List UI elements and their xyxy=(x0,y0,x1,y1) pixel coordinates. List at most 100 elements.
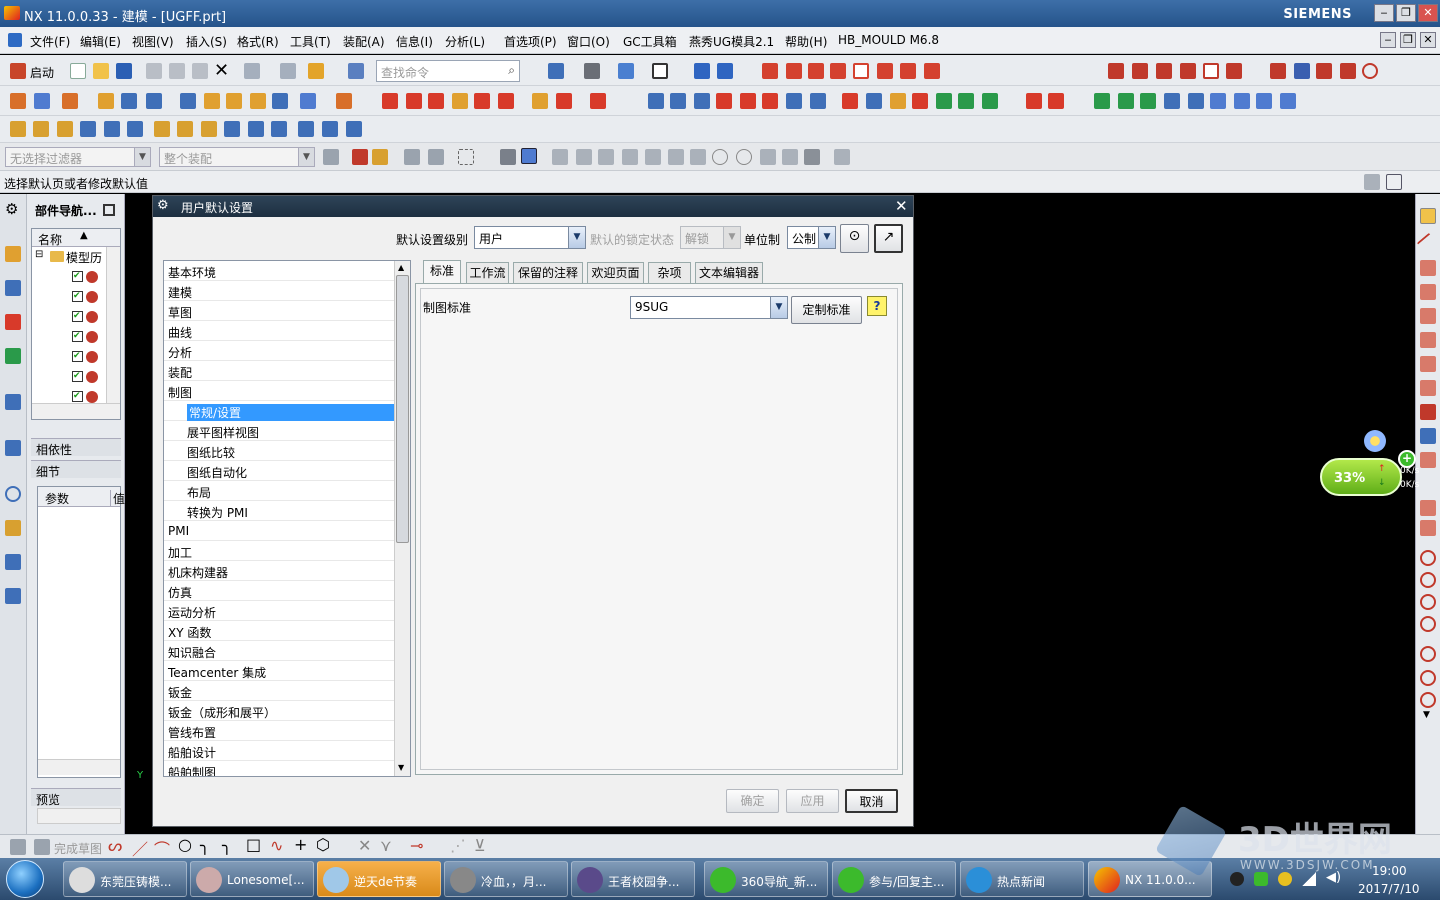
select-hand-icon-2[interactable] xyxy=(428,149,444,165)
tab-workflow[interactable]: 工作流 xyxy=(466,262,509,284)
select-edge-icon[interactable] xyxy=(1108,63,1124,79)
clock-icon[interactable] xyxy=(5,486,21,502)
scroll-down-icon[interactable]: ▼ xyxy=(1423,710,1430,720)
surface-icon-9[interactable] xyxy=(842,93,858,109)
barrel-icon[interactable] xyxy=(1256,93,1272,109)
curve-icon-11[interactable] xyxy=(1420,520,1436,536)
profile-icon[interactable]: ᔕ xyxy=(108,836,122,855)
shell-icon[interactable] xyxy=(226,93,242,109)
undo-icon[interactable] xyxy=(244,63,260,79)
snap-icon-11[interactable] xyxy=(782,149,798,165)
category-item[interactable]: 管线布置 xyxy=(164,721,396,741)
role-icon[interactable] xyxy=(5,554,21,570)
line-tool-icon-2[interactable] xyxy=(33,121,49,137)
snap-intersection-icon[interactable] xyxy=(830,63,846,79)
mould-icon-9[interactable] xyxy=(590,93,606,109)
snap-icon-5[interactable] xyxy=(645,149,661,165)
dialog-title-bar[interactable]: ⚙ 用户默认设置 ✕ xyxy=(153,196,913,217)
model-history-node[interactable]: 模型历 xyxy=(66,249,102,266)
pattern-icon[interactable] xyxy=(146,93,162,109)
surface-icon-7[interactable] xyxy=(786,93,802,109)
web-browser-icon[interactable] xyxy=(5,394,21,410)
help-icon[interactable]: ? xyxy=(867,296,887,316)
datum-icon[interactable] xyxy=(300,93,316,109)
category-item[interactable]: 钣金（成形和展平） xyxy=(164,701,396,721)
cylinder-icon[interactable] xyxy=(1210,93,1226,109)
dim-tool-icon-2[interactable] xyxy=(224,121,240,137)
curve-icon-9[interactable] xyxy=(1420,452,1436,468)
assembly-constraint-icon[interactable] xyxy=(717,63,733,79)
finish-sketch-icon[interactable] xyxy=(34,839,50,855)
tree-checkbox[interactable]: ✔ xyxy=(72,391,83,402)
collapse-icon[interactable]: ⊟ xyxy=(35,249,43,260)
trim-icon[interactable]: ✕ xyxy=(358,836,371,855)
curve-icon-4[interactable] xyxy=(1420,332,1436,348)
start-orb-icon[interactable] xyxy=(6,860,44,898)
apply-button[interactable]: 应用 xyxy=(786,789,839,813)
start-button[interactable]: 启动 xyxy=(30,64,54,81)
snap-icon-3[interactable] xyxy=(598,149,614,165)
category-item[interactable]: XY 函数 xyxy=(164,621,396,641)
point-icon[interactable]: + xyxy=(294,835,307,854)
circle-icon-6[interactable] xyxy=(1420,670,1436,686)
layer-icon-2[interactable] xyxy=(1048,93,1064,109)
tab-standard[interactable]: 标准 xyxy=(423,260,461,284)
snap-point-icon[interactable] xyxy=(762,63,778,79)
shaded-cube-icon[interactable] xyxy=(618,63,634,79)
tree-checkbox[interactable]: ✔ xyxy=(72,331,83,342)
curve-icon-6[interactable] xyxy=(1420,380,1436,396)
drafting-standard-select[interactable]: 9SUG ▼ xyxy=(630,296,788,319)
new-file-icon[interactable] xyxy=(70,63,86,79)
curve-icon-8[interactable] xyxy=(1420,428,1436,444)
mould-icon-4[interactable] xyxy=(452,93,468,109)
category-item[interactable]: 钣金 xyxy=(164,681,396,701)
menu-gc-toolbox[interactable]: GC工具箱 xyxy=(623,33,677,50)
category-item[interactable]: PMI xyxy=(164,521,396,541)
select-point-icon[interactable] xyxy=(1203,63,1219,79)
surface-icon-2[interactable] xyxy=(670,93,686,109)
filter-options-icon[interactable] xyxy=(323,149,339,165)
task-item[interactable]: 360导航_新... xyxy=(704,861,828,897)
level-select[interactable]: 用户 ▼ xyxy=(474,226,586,249)
arc-tool-icon-2[interactable] xyxy=(201,121,217,137)
tree-checkbox[interactable]: ✔ xyxy=(72,351,83,362)
box-select-icon[interactable] xyxy=(458,149,474,165)
task-item[interactable]: 王者校园争... xyxy=(571,861,695,897)
start-icon[interactable] xyxy=(10,63,26,79)
cancel-button[interactable]: 取消 xyxy=(845,789,898,813)
scroll-thumb[interactable] xyxy=(396,275,409,543)
surface-icon-10[interactable] xyxy=(866,93,882,109)
layer-icon-1[interactable] xyxy=(1026,93,1042,109)
snap-control-icon[interactable] xyxy=(924,63,940,79)
green-tool-icon-1[interactable] xyxy=(1094,93,1110,109)
curve-icon-1[interactable] xyxy=(1420,260,1436,276)
category-item[interactable]: 曲线 xyxy=(164,321,396,341)
tree-checkbox[interactable]: ✔ xyxy=(72,311,83,322)
task-item[interactable]: 逆天de节奏 xyxy=(317,861,441,897)
details-section[interactable]: 细节 xyxy=(31,460,121,479)
select-cube-icon[interactable] xyxy=(521,148,537,164)
category-item[interactable]: 草图 xyxy=(164,301,396,321)
menu-edit[interactable]: 编辑(E) xyxy=(80,33,121,50)
tab-retained-annotations[interactable]: 保留的注释 xyxy=(513,262,583,284)
tab-welcome-page[interactable]: 欢迎页面 xyxy=(587,262,644,284)
snap-existing-icon[interactable] xyxy=(900,63,916,79)
extend-icon[interactable]: ⋎ xyxy=(380,836,392,855)
menu-info[interactable]: 信息(I) xyxy=(396,33,433,50)
mould-icon-3[interactable] xyxy=(428,93,444,109)
trim-tool-icon[interactable] xyxy=(104,121,120,137)
corner-tool-icon-2[interactable] xyxy=(271,121,287,137)
task-item[interactable]: Lonesome[... xyxy=(190,861,314,897)
draft-icon[interactable] xyxy=(250,93,266,109)
category-item[interactable]: 加工 xyxy=(164,541,396,561)
line-tool-icon-1[interactable] xyxy=(10,121,26,137)
palette-icon[interactable] xyxy=(5,520,21,536)
surface-icon-14[interactable] xyxy=(958,93,974,109)
open-folder-icon[interactable] xyxy=(93,63,109,79)
settings-gear-icon[interactable]: ⚙ xyxy=(5,200,18,218)
surface-icon-12[interactable] xyxy=(912,93,928,109)
curve-icon-2[interactable] xyxy=(1420,284,1436,300)
chamfer-icon[interactable] xyxy=(204,93,220,109)
offset-curve-icon[interactable]: ⋰ xyxy=(450,836,466,855)
tree-checkbox[interactable]: ✔ xyxy=(72,291,83,302)
